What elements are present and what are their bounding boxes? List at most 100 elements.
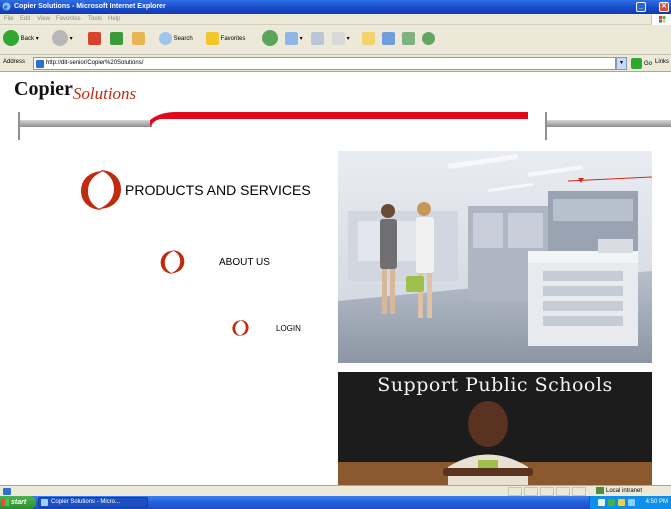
search-label: Search <box>173 36 193 42</box>
edit-page-icon <box>332 31 345 45</box>
web-page: CopierSolutions PRODUCTS AND SERVICES AB… <box>0 72 671 485</box>
logo-copier-text: Copier <box>14 78 73 100</box>
edit-dropdown-icon: ▾ <box>346 36 350 42</box>
go-arrow-icon <box>631 58 642 69</box>
search-button[interactable]: Search <box>159 29 193 49</box>
header-banner-graphic <box>18 112 671 140</box>
menu-favorites[interactable]: Favorites <box>56 14 81 25</box>
address-dropdown-icon[interactable]: ▾ <box>616 57 627 70</box>
edit-button[interactable]: ▾ <box>332 29 350 49</box>
nav-about-us[interactable]: ABOUT US <box>160 249 280 277</box>
nav-products-services[interactable]: PRODUCTS AND SERVICES <box>80 168 330 212</box>
favorites-star-icon <box>206 31 219 45</box>
address-label: Address <box>3 59 26 65</box>
discuss-button[interactable] <box>382 29 395 49</box>
messenger-button[interactable] <box>422 29 435 49</box>
menu-edit[interactable]: Edit <box>20 14 30 25</box>
nav-login[interactable]: LOGIN <box>232 319 322 341</box>
internet-explorer-icon: e <box>2 2 11 12</box>
favorites-label: Favorites <box>220 36 246 42</box>
status-pane <box>508 487 522 496</box>
system-tray: 4:50 PM <box>589 496 671 509</box>
history-icon <box>262 30 278 47</box>
research-button[interactable] <box>402 29 415 49</box>
internet-explorer-icon <box>41 499 48 506</box>
status-pane <box>572 487 586 496</box>
search-icon <box>159 31 172 45</box>
stop-button[interactable] <box>88 29 101 49</box>
refresh-icon <box>110 31 123 45</box>
back-button[interactable]: Back ▾ <box>3 29 39 49</box>
zone-label: Local intranet <box>606 488 643 494</box>
print-button[interactable] <box>311 29 324 49</box>
status-pane <box>524 487 538 496</box>
links-button[interactable]: Links <box>655 59 669 65</box>
menu-tools[interactable]: Tools <box>88 14 102 25</box>
minimize-button[interactable]: _ <box>636 2 646 12</box>
clock: 4:50 PM <box>645 499 668 505</box>
address-url: http://dit-senior/Copier%20Solutions/ <box>46 60 144 66</box>
folder-button[interactable] <box>362 29 375 49</box>
windows-flag-icon <box>651 14 671 25</box>
office-copier-photo <box>338 151 652 363</box>
window-title-bar[interactable]: e Copier Solutions - Microsoft Internet … <box>0 0 671 14</box>
logo-solutions-text: Solutions <box>72 84 137 103</box>
menu-bar: File Edit View Favorites Tools Help <box>0 14 671 25</box>
back-arrow-icon <box>3 30 19 47</box>
menu-file[interactable]: File <box>4 14 14 25</box>
mail-button[interactable]: ▾ <box>285 29 303 49</box>
swirl-logo-icon <box>232 319 249 337</box>
research-icon <box>402 31 415 45</box>
folder-icon <box>362 31 375 45</box>
windows-logo-icon <box>2 499 9 506</box>
back-dropdown-icon: ▾ <box>35 36 39 42</box>
intranet-icon <box>596 486 604 494</box>
forward-button[interactable]: ▾ <box>52 29 73 49</box>
tray-network-icon[interactable] <box>598 499 605 506</box>
svg-text:e: e <box>4 3 8 12</box>
print-icon <box>311 31 324 45</box>
discuss-icon <box>382 31 395 45</box>
address-bar: Address http://dit-senior/Copier%20Solut… <box>0 55 671 72</box>
taskbar-item-label: Copier Solutions - Micro... <box>51 499 121 505</box>
go-button[interactable]: Go <box>631 58 652 69</box>
favorites-button[interactable]: Favorites <box>206 29 245 49</box>
swirl-logo-icon <box>81 170 121 210</box>
window-title: Copier Solutions - Microsoft Internet Ex… <box>14 3 166 10</box>
tray-volume-icon[interactable] <box>618 499 625 506</box>
start-label: start <box>11 499 27 506</box>
status-pane <box>540 487 554 496</box>
mail-dropdown-icon: ▾ <box>299 36 303 42</box>
status-bar: Local intranet <box>0 485 671 496</box>
refresh-button[interactable] <box>110 29 123 49</box>
nav-products-label: PRODUCTS AND SERVICES <box>125 182 311 198</box>
status-pane <box>556 487 570 496</box>
address-input[interactable]: http://dit-senior/Copier%20Solutions/ <box>33 57 616 70</box>
nav-about-label: ABOUT US <box>219 257 270 268</box>
swirl-logo-icon <box>160 250 185 274</box>
nav-login-label: LOGIN <box>276 324 301 333</box>
page-status-icon <box>3 488 11 495</box>
close-button[interactable]: ✕ <box>659 2 669 12</box>
browser-toolbar: Back ▾ ▾ Search Favorites ▾ ▾ <box>0 25 671 55</box>
mail-icon <box>285 31 298 45</box>
history-button[interactable] <box>262 29 278 49</box>
copier-solutions-logo: CopierSolutions <box>14 78 136 104</box>
forward-arrow-icon <box>52 30 68 47</box>
chalkboard-text: Support Public Schools <box>377 374 613 396</box>
start-button[interactable]: start <box>0 496 36 509</box>
home-icon <box>132 31 145 45</box>
menu-view[interactable]: View <box>37 14 50 25</box>
windows-taskbar: start Copier Solutions - Micro... 4:50 P… <box>0 496 671 509</box>
home-button[interactable] <box>132 29 145 49</box>
stop-icon <box>88 31 101 45</box>
back-label: Back <box>20 36 35 42</box>
tray-messenger-icon[interactable] <box>628 499 635 506</box>
messenger-icon <box>422 31 435 45</box>
page-icon <box>36 60 44 68</box>
support-public-schools-photo: Support Public Schools <box>338 372 652 485</box>
menu-help[interactable]: Help <box>108 14 120 25</box>
tray-security-icon[interactable] <box>608 499 615 506</box>
go-label: Go <box>644 61 653 68</box>
taskbar-window-item[interactable]: Copier Solutions - Micro... <box>38 497 148 508</box>
